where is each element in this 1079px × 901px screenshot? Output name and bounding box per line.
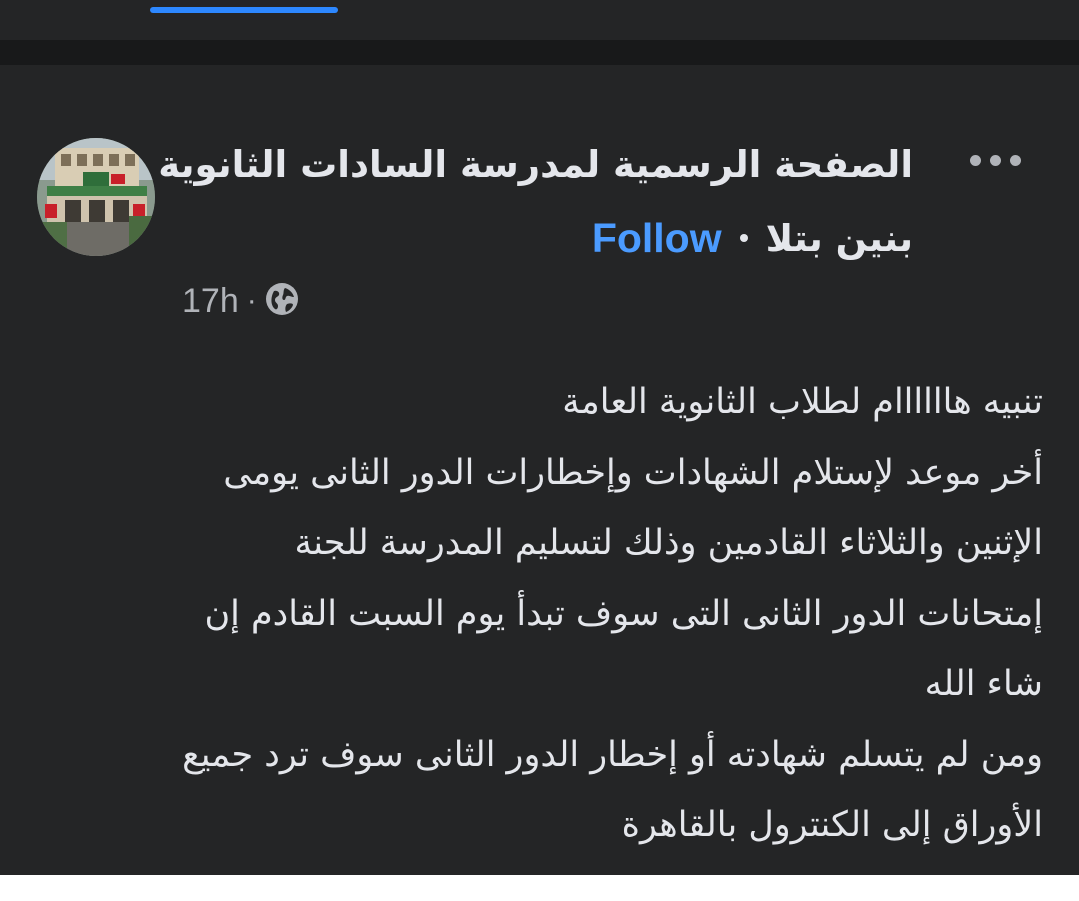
page-avatar[interactable]	[37, 138, 155, 256]
post-card: الصفحة الرسمية لمدرسة السادات الثانوية ب…	[0, 65, 1079, 875]
bullet-separator	[739, 234, 748, 242]
more-dot	[1010, 155, 1021, 166]
more-dot	[990, 155, 1001, 166]
post-text-line: ومن لم يتسلم شهادته أو إخطار الدور الثان…	[182, 734, 1043, 775]
page-name-link[interactable]: الصفحة الرسمية لمدرسة السادات الثانوية	[158, 141, 913, 189]
page-meta-row: بنين بتلا Follow	[592, 213, 913, 263]
feed-separator	[0, 40, 1079, 65]
post-text-line: أخر موعد لإستلام الشهادات وإخطارات الدور…	[223, 452, 1043, 493]
post-time[interactable]: 17h	[182, 282, 239, 321]
post-text-line: الإثنين والثلاثاء القادمين وذلك لتسليم ا…	[294, 523, 1043, 563]
more-dot	[970, 155, 981, 166]
post-text-line: شاء الله	[924, 664, 1043, 704]
post-text-line: تنبيه هاااااام لطلاب الثانوية العامة	[562, 382, 1043, 422]
post-text-line: الأوراق إلى الكنترول بالقاهرة	[621, 805, 1043, 845]
bottom-edge	[0, 875, 1079, 901]
time-separator: ·	[246, 284, 257, 317]
follow-button[interactable]: Follow	[592, 215, 722, 262]
more-options-button[interactable]	[968, 147, 1028, 175]
top-tab-bar	[0, 0, 1079, 40]
globe-icon[interactable]	[265, 282, 299, 320]
page-location[interactable]: بنين بتلا	[766, 217, 913, 260]
post-text-line: إمتحانات الدور الثانى التى سوف تبدأ يوم …	[204, 593, 1043, 634]
active-tab-indicator	[150, 7, 338, 13]
post-text: تنبيه هاااااام لطلاب الثانوية العامة أخر…	[43, 367, 1043, 861]
post-timestamp-row: 17h ·	[182, 277, 299, 325]
